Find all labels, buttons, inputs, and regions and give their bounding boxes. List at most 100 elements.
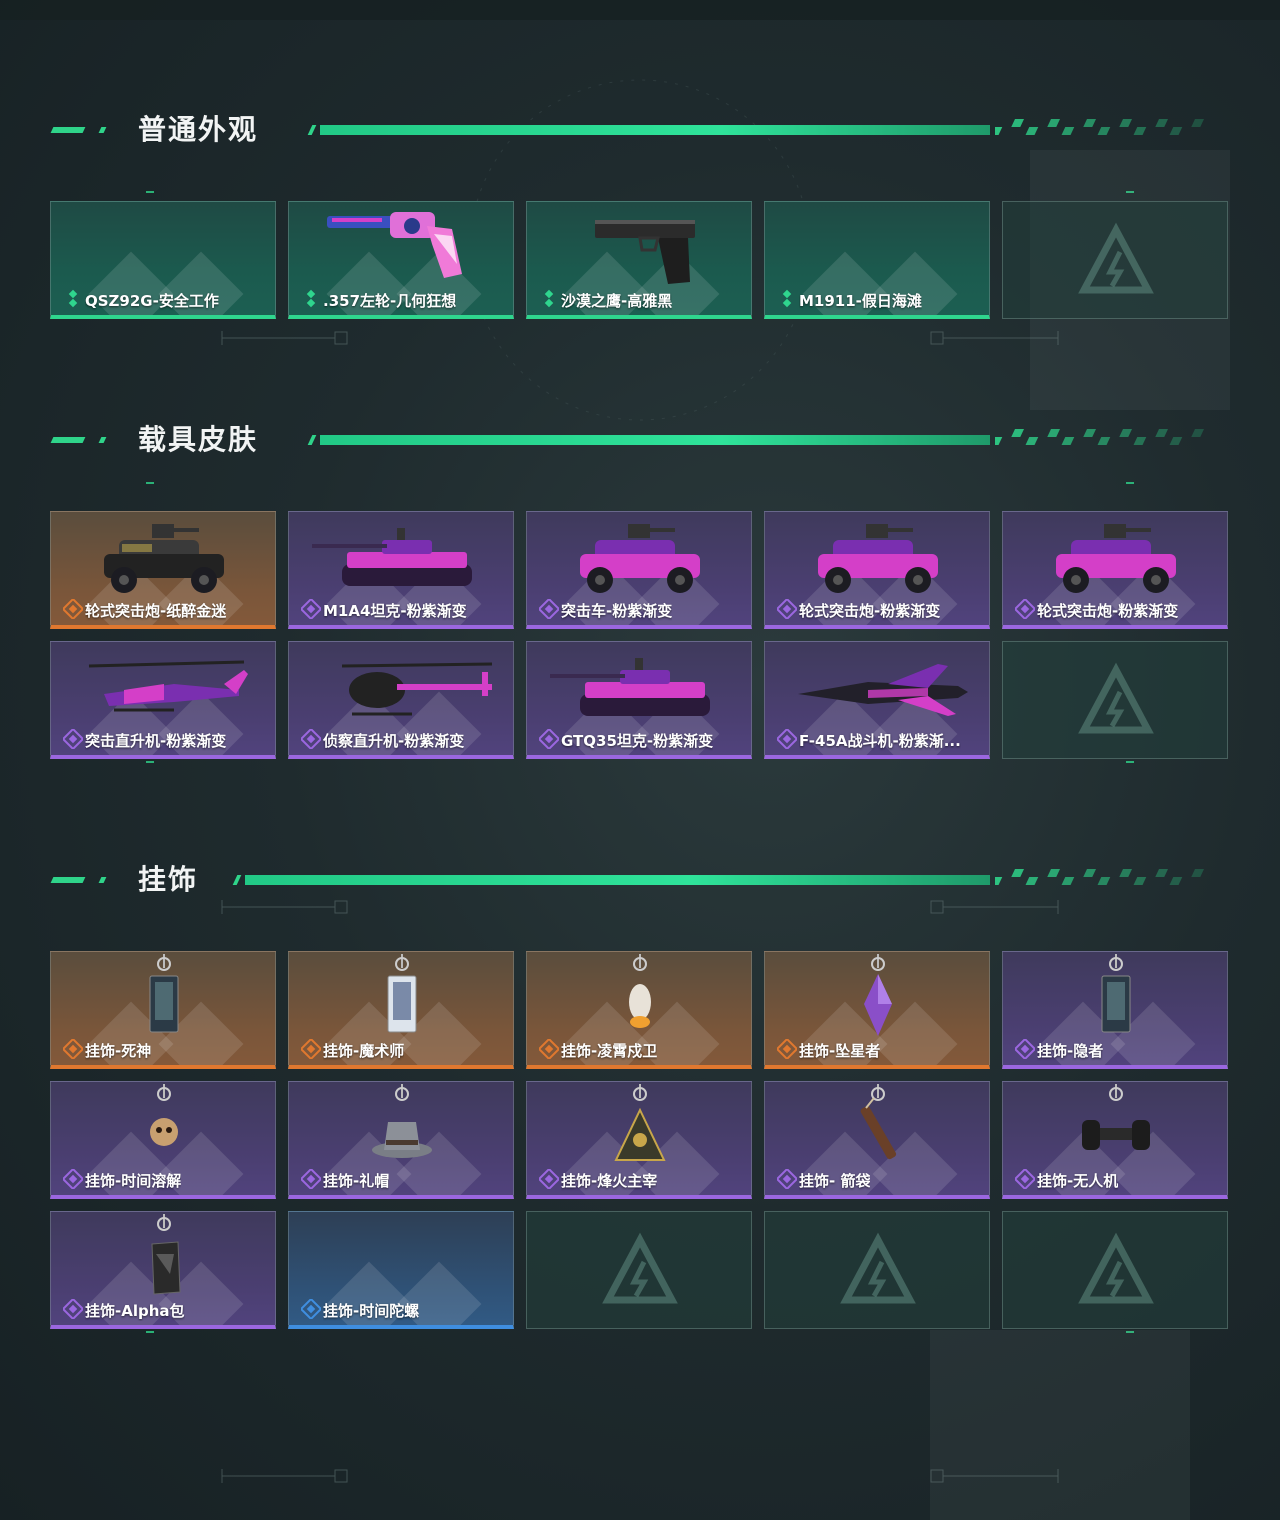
armored-car-icon bbox=[818, 524, 938, 593]
item-card[interactable]: 挂饰-凌霄戍卫 bbox=[526, 951, 752, 1069]
pistol-icon bbox=[595, 220, 695, 284]
item-card[interactable]: 轮式突击炮-粉紫渐变 bbox=[1002, 511, 1228, 629]
header-dash bbox=[98, 437, 107, 443]
armored-car-black-icon bbox=[104, 524, 224, 593]
section-header: 载具皮肤 bbox=[50, 420, 1210, 460]
header-checker-pattern bbox=[995, 869, 1204, 885]
item-card[interactable]: M1A4坦克-粉紫渐变 bbox=[288, 511, 514, 629]
placeholder-logo-icon bbox=[1078, 222, 1154, 294]
item-card[interactable]: 轮式突击炮-纸醉金迷 bbox=[50, 511, 276, 629]
item-card[interactable]: 挂饰-Alpha包 bbox=[50, 1211, 276, 1329]
rarity-icon bbox=[539, 729, 559, 749]
charm-card-icon bbox=[149, 954, 179, 1033]
item-card[interactable]: .357左轮-几何狂想 bbox=[288, 201, 514, 319]
rarity-icon bbox=[301, 729, 321, 749]
item-label: 挂饰-烽火主宰 bbox=[561, 1172, 658, 1190]
item-card[interactable]: 挂饰-魔术师 bbox=[288, 951, 514, 1069]
placeholder-logo-icon bbox=[1078, 662, 1154, 734]
rarity-icon bbox=[68, 289, 78, 308]
rarity-icon bbox=[1015, 599, 1035, 619]
item-card[interactable]: 挂饰- 箭袋 bbox=[764, 1081, 990, 1199]
section-header: 挂饰 bbox=[50, 860, 1210, 900]
item-label: 挂饰-时间陀螺 bbox=[323, 1302, 420, 1320]
jet-icon bbox=[798, 664, 968, 716]
item-label: QSZ92G-安全工作 bbox=[85, 292, 219, 310]
item-label: 挂饰-礼帽 bbox=[323, 1172, 390, 1190]
item-label: 轮式突击炮-粉紫渐变 bbox=[1037, 602, 1179, 620]
rarity-icon bbox=[539, 1169, 559, 1189]
header-bar bbox=[320, 435, 990, 445]
rarity-icon bbox=[544, 289, 554, 308]
placeholder-logo-icon bbox=[840, 1232, 916, 1304]
item-card[interactable]: 挂饰-时间溶解 bbox=[50, 1081, 276, 1199]
item-label: 挂饰-魔术师 bbox=[323, 1042, 405, 1060]
charm-drone-icon bbox=[1082, 1084, 1150, 1150]
item-card[interactable]: GTQ35坦克-粉紫渐变 bbox=[526, 641, 752, 759]
empty-slot bbox=[1002, 641, 1228, 759]
item-label: 挂饰-时间溶解 bbox=[85, 1172, 182, 1190]
rarity-icon bbox=[306, 289, 316, 308]
item-label: 轮式突击炮-粉紫渐变 bbox=[799, 602, 941, 620]
item-card[interactable]: 挂饰-死神 bbox=[50, 951, 276, 1069]
item-label: 挂饰-隐者 bbox=[1037, 1042, 1104, 1060]
item-label: 沙漠之鹰-高雅黑 bbox=[561, 292, 673, 310]
header-dash bbox=[50, 877, 86, 883]
item-label: .357左轮-几何狂想 bbox=[323, 292, 457, 310]
item-card[interactable]: 突击车-粉紫渐变 bbox=[526, 511, 752, 629]
placeholder-logo-icon bbox=[1078, 1232, 1154, 1304]
placeholder-logo-icon bbox=[602, 1232, 678, 1304]
section-title: 普通外观 bbox=[138, 113, 259, 146]
item-card[interactable]: 挂饰-无人机 bbox=[1002, 1081, 1228, 1199]
item-label: GTQ35坦克-粉紫渐变 bbox=[561, 732, 714, 750]
item-label: 挂饰-Alpha包 bbox=[85, 1302, 185, 1320]
item-label: 挂饰-凌霄戍卫 bbox=[561, 1042, 658, 1060]
attack-heli-icon bbox=[88, 660, 248, 712]
item-card[interactable]: 轮式突击炮-粉紫渐变 bbox=[764, 511, 990, 629]
header-dash bbox=[232, 875, 242, 885]
item-card[interactable]: 突击直升机-粉紫渐变 bbox=[50, 641, 276, 759]
item-label: 挂饰-死神 bbox=[85, 1042, 152, 1060]
section-title: 挂饰 bbox=[138, 863, 199, 896]
rarity-icon bbox=[301, 1169, 321, 1189]
item-card[interactable]: 挂饰-隐者 bbox=[1002, 951, 1228, 1069]
item-label: M1911-假日海滩 bbox=[799, 292, 922, 310]
rarity-icon bbox=[777, 1169, 797, 1189]
item-card[interactable]: 挂饰-烽火主宰 bbox=[526, 1081, 752, 1199]
item-label: 挂饰-坠星者 bbox=[799, 1042, 881, 1060]
item-card[interactable]: 沙漠之鹰-高雅黑 bbox=[526, 201, 752, 319]
scout-heli-icon bbox=[341, 662, 493, 716]
empty-slot bbox=[1002, 201, 1228, 319]
header-dash bbox=[98, 127, 107, 133]
header-dash bbox=[307, 125, 317, 135]
rarity-icon bbox=[777, 1039, 797, 1059]
charm-hat-icon bbox=[372, 1084, 432, 1158]
header-checker-pattern bbox=[995, 119, 1204, 135]
header-dash bbox=[50, 437, 86, 443]
item-label: 挂饰- 箭袋 bbox=[799, 1172, 871, 1190]
section-title: 载具皮肤 bbox=[138, 423, 259, 456]
item-card[interactable]: 挂饰-时间陀螺 bbox=[288, 1211, 514, 1329]
rarity-icon bbox=[63, 1039, 83, 1059]
rarity-icon bbox=[1015, 1039, 1035, 1059]
item-card[interactable]: 侦察直升机-粉紫渐变 bbox=[288, 641, 514, 759]
rarity-icon bbox=[63, 729, 83, 749]
rarity-icon bbox=[63, 1169, 83, 1189]
charm-triangle-icon bbox=[614, 1084, 666, 1161]
item-card[interactable]: 挂饰-礼帽 bbox=[288, 1081, 514, 1199]
item-label: 侦察直升机-粉紫渐变 bbox=[323, 732, 465, 750]
empty-slot bbox=[764, 1211, 990, 1329]
revolver-icon bbox=[327, 212, 462, 278]
rarity-icon bbox=[301, 1299, 321, 1319]
charm-bag-icon bbox=[151, 1214, 181, 1295]
item-card[interactable]: 挂饰-坠星者 bbox=[764, 951, 990, 1069]
header-bar bbox=[320, 125, 990, 135]
item-card[interactable]: QSZ92G-安全工作 bbox=[50, 201, 276, 319]
rarity-icon bbox=[782, 289, 792, 308]
charm-card-light-icon bbox=[387, 954, 417, 1033]
empty-slot bbox=[1002, 1211, 1228, 1329]
item-label: F-45A战斗机-粉紫渐... bbox=[799, 732, 961, 750]
item-card[interactable]: F-45A战斗机-粉紫渐... bbox=[764, 641, 990, 759]
rarity-icon bbox=[777, 729, 797, 749]
item-card[interactable]: M1911-假日海滩 bbox=[764, 201, 990, 319]
section-header: 普通外观 bbox=[50, 110, 1210, 150]
